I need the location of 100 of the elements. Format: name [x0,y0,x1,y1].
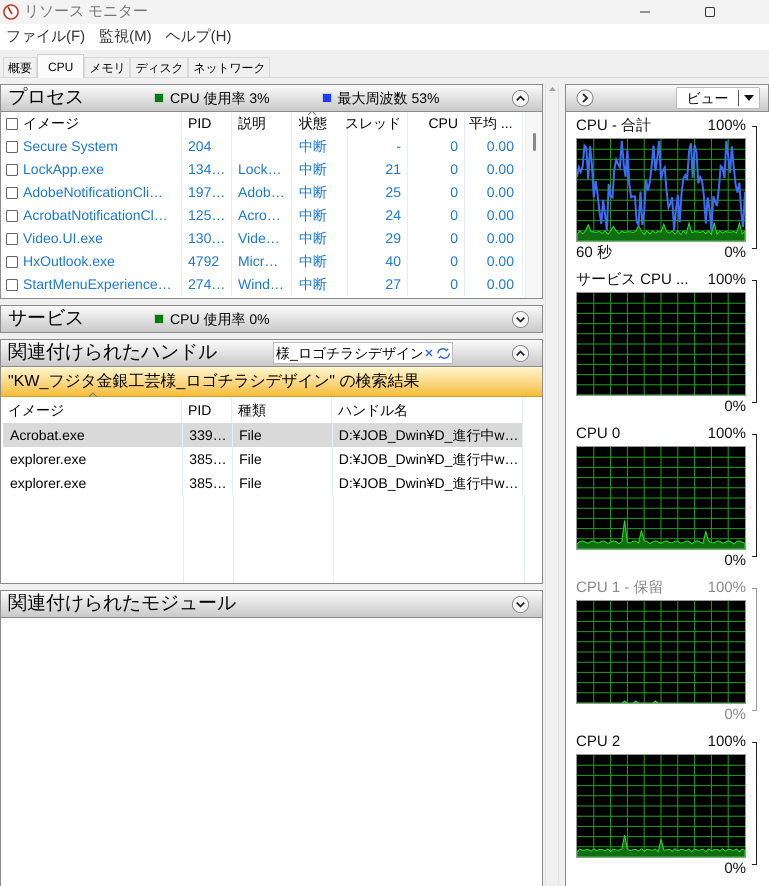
table-cell-text: 0 [450,137,458,156]
tab[interactable]: 概要 [3,57,37,77]
section-header[interactable]: プロセス CPU 使用率 3% 最大周波数 53% [0,84,543,112]
graph-min-label: 0% [724,242,746,263]
search-results-banner: "KW_フジタ金銀工芸様_ロゴチラシデザイン" の検索結果 [1,367,542,397]
graph-min-label: 0% [724,704,746,725]
table-cell-text: 0 [450,160,458,179]
table-cell-text: 4792 [188,252,220,271]
table-cell-text: Adob… [238,183,285,202]
table-cell-text: AcrobatNotificationCl… [23,206,168,225]
menu-item[interactable]: ヘルプ(H) [166,26,232,48]
table-cell-text: explorer.exe [10,474,86,493]
tab[interactable]: ネットワーク [188,57,270,77]
table-cell-text: 385… [189,450,227,468]
graph-title: CPU 1 - 保留 [576,578,664,598]
graph-title: サービス CPU ... [576,270,689,290]
table-cell-text: Wind… [238,275,284,294]
window-title: リソース モニター [24,2,148,22]
graph-min-label: 0% [724,550,746,571]
graph-min-label: 0% [724,396,746,417]
table-cell-text: LockApp.exe [23,160,104,179]
table-row[interactable]: Acrobat.exe 339… File D:¥JOB_Dwin¥D_進行中w… [3,423,523,447]
table-cell-text: Acrobat.exe [10,426,85,444]
table-cell-text: 0 [450,252,458,271]
tab[interactable]: メモリ [84,57,130,77]
column-header[interactable]: スレッド [345,113,401,134]
table-cell-text: 274… [188,275,226,294]
table-cell-text: 0.00 [486,160,514,179]
graph-title: CPU 0 [576,424,620,444]
table-cell-text: 24 [385,206,401,225]
menu-item[interactable]: 監視(M) [99,26,152,48]
menu-item[interactable]: ファイル(F) [6,26,86,48]
section-title: サービス [8,306,85,331]
search-field[interactable]: 様_ロゴチラシデザイン [273,342,453,364]
section-title: 関連付けられたハンドル [8,340,218,365]
column-header[interactable]: 種類 [238,400,266,420]
table-cell-text: 中断 [299,275,327,294]
legend-label: CPU 使用率 3% [170,88,270,108]
table-cell-text: Video.UI.exe [23,229,103,248]
column-header[interactable]: PID [188,400,212,420]
table-cell-text: 0.00 [486,137,514,156]
column-header[interactable]: PID [188,113,212,134]
table-cell-text: D:¥JOB_Dwin¥D_進行中w… [338,474,518,493]
table-cell-text: 0.00 [486,206,514,225]
table-cell-text: AdobeNotificationCli… [23,183,164,202]
table-cell-text: 27 [385,275,401,294]
table-cell-text: 0.00 [486,252,514,271]
table-cell-text: 中断 [299,160,327,179]
table-cell-text: 130… [188,229,226,248]
table-cell-text: StartMenuExperience… [23,275,172,294]
table-cell-text: 0 [450,206,458,225]
legend-label: 最大周波数 53% [338,88,440,108]
table-cell-text: File [239,426,262,444]
table-cell-text: 0.00 [486,229,514,248]
table-cell-text: 197… [188,183,226,202]
table-cell-text: Vide… [238,229,280,248]
table-cell-text: 25 [385,183,401,202]
graph-max-label: 100% [708,424,746,444]
section-header[interactable]: 関連付けられたモジュール [0,590,543,618]
column-header[interactable]: 平均 ... [469,113,513,134]
table-cell-text: D:¥JOB_Dwin¥D_進行中w… [338,450,518,469]
graph-max-label: 100% [708,732,746,752]
column-header[interactable]: 状態 [299,113,327,134]
section-header[interactable]: サービス CPU 使用率 0% [0,305,543,333]
table-cell-text: - [396,137,401,156]
table-cell-text: D:¥JOB_Dwin¥D_進行中w… [338,426,518,445]
graph-title: CPU - 合計 [576,116,651,136]
table-cell-text: explorer.exe [10,450,86,469]
column-header[interactable]: イメージ [8,400,64,420]
table-cell-text: 中断 [299,229,327,248]
table-cell-text: 0 [450,183,458,202]
column-header[interactable]: ハンドル名 [338,400,408,420]
table-cell-text: Micr… [238,252,278,271]
table-cell-text: 0.00 [486,275,514,294]
graph-title: CPU 2 [576,732,620,752]
table-cell-text: 21 [385,160,401,179]
column-header[interactable]: イメージ [23,113,79,134]
column-header[interactable]: CPU [428,113,458,134]
table-cell-text: 204 [188,137,212,156]
table-cell-text: 125… [188,206,226,225]
table-cell-text: 中断 [299,252,327,271]
section-header[interactable]: 関連付けられたハンドル 様_ロゴチラシデザイン [0,339,543,367]
graph-max-label: 100% [708,270,746,290]
table-cell-text: 134… [188,160,226,179]
view-dropdown[interactable]: ビュー [676,87,760,109]
table-cell-text: HxOutlook.exe [23,252,115,271]
table-cell-text: 中断 [299,137,327,156]
table-cell-text: Lock… [238,160,282,179]
table-cell-text: File [239,474,262,492]
column-header[interactable]: 説明 [238,113,266,134]
legend-label: CPU 使用率 0% [170,310,270,328]
table-cell-text: 40 [385,252,401,271]
table-cell-text: 385… [189,474,227,492]
graph-max-label: 100% [708,116,746,136]
tab[interactable]: ディスク [130,57,188,77]
table-cell-text: 0.00 [486,183,514,202]
tab[interactable]: CPU [37,54,84,78]
time-span-label: 60 秒 [576,242,612,263]
graph-max-label: 100% [708,578,746,598]
table-cell-text: File [239,450,262,468]
